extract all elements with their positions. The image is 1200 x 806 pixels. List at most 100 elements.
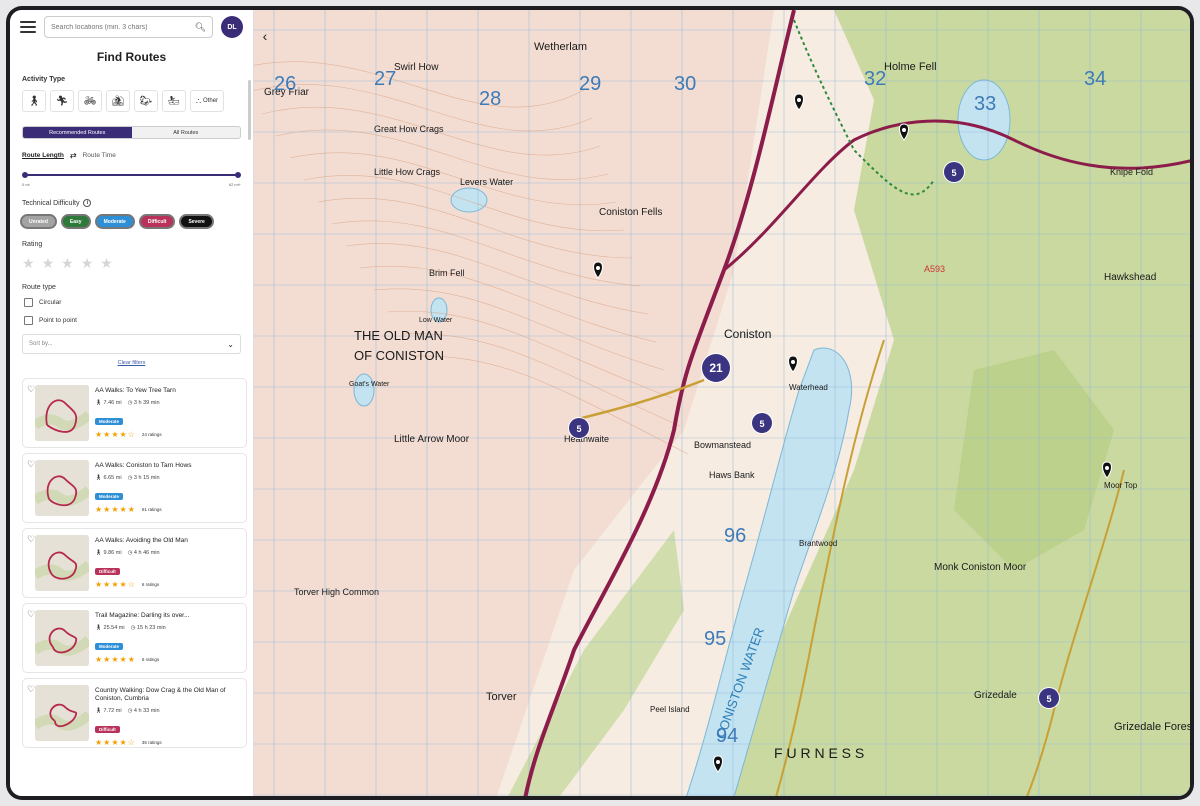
- cycling-icon[interactable]: 🚲︎: [78, 90, 102, 112]
- map-place-label: Grizedale: [974, 690, 1017, 701]
- rating-filter: ★ ★ ★ ★ ★: [10, 255, 253, 272]
- ratings-count: 61 ratings: [141, 506, 162, 512]
- hiker-icon: 🚶︎: [95, 474, 102, 481]
- star-icon[interactable]: ★: [81, 255, 94, 272]
- route-distance: 6.65 mi: [103, 474, 122, 481]
- map-place-label: Torver: [486, 691, 517, 703]
- favorite-heart-icon[interactable]: ♡: [27, 534, 35, 545]
- other-activity-button[interactable]: ∴ Other: [190, 90, 224, 112]
- route-thumbnail[interactable]: [35, 460, 89, 516]
- star-icon: ★: [119, 429, 127, 439]
- map-pin-dot: [797, 98, 801, 102]
- time-info: ◷ 4 h 33 min: [128, 708, 160, 714]
- collapse-panel-icon[interactable]: ‹: [258, 26, 272, 46]
- tab-all-routes[interactable]: All Routes: [131, 127, 240, 138]
- activity-type-label: Activity Type: [22, 76, 66, 83]
- map-place-label: Low Water: [419, 317, 453, 324]
- star-icon: ★: [111, 504, 119, 514]
- horse-riding-icon[interactable]: 🐎︎: [134, 90, 158, 112]
- checkbox-box[interactable]: [24, 298, 33, 307]
- running-icon[interactable]: 🏃︎: [50, 90, 74, 112]
- favorite-heart-icon[interactable]: ♡: [27, 609, 35, 620]
- map-place-label: Coniston Fells: [599, 207, 662, 218]
- distance-info: 🚶︎ 7.72 mi: [95, 708, 122, 714]
- avatar[interactable]: DL: [221, 16, 243, 38]
- os-map[interactable]: WetherlamHolme FellSwirl HowGrey FriarGr…: [254, 10, 1190, 796]
- star-icon[interactable]: ★: [100, 255, 113, 272]
- slider-min-label: 0 mi: [22, 182, 30, 187]
- grid-number-label: 27: [374, 68, 396, 90]
- info-icon[interactable]: i: [83, 199, 92, 207]
- tab-recommended-routes[interactable]: Recommended Routes: [23, 127, 132, 138]
- route-meta: 🚶︎ 6.65 mi ◷ 3 h 15 min: [95, 475, 240, 481]
- star-icon: ☆: [127, 579, 135, 589]
- search-icon[interactable]: 🔍︎: [195, 22, 206, 33]
- star-icon[interactable]: ★: [22, 255, 35, 272]
- slider-min-handle[interactable]: [22, 172, 28, 178]
- point-to-point-checkbox[interactable]: Point to point: [10, 316, 253, 325]
- length-time-toggle: Route Length ⇄ Route Time: [10, 151, 253, 160]
- difficulty-difficult[interactable]: Difficult: [138, 214, 176, 229]
- checkbox-box[interactable]: [24, 316, 33, 325]
- route-title[interactable]: AA Walks: To Yew Tree Tarn: [95, 387, 240, 395]
- technical-difficulty-label: Technical Difficulty i: [10, 199, 253, 207]
- hiker-icon: 🚶︎: [95, 624, 102, 631]
- slider-max-handle[interactable]: [235, 172, 241, 178]
- difficulty-badge: Moderate: [95, 492, 124, 500]
- route-thumbnail[interactable]: [35, 685, 89, 741]
- route-length-slider[interactable]: [22, 172, 241, 178]
- difficulty-badge: Moderate: [95, 642, 124, 650]
- tab-route-time[interactable]: Route Time: [83, 152, 116, 159]
- star-icon: ★: [103, 504, 111, 514]
- walking-icon[interactable]: 🚶︎: [22, 90, 46, 112]
- point-to-point-label: Point to point: [39, 317, 77, 324]
- clear-filters-link[interactable]: Clear filters: [10, 360, 253, 366]
- hiker-icon: 🚶︎: [95, 707, 102, 714]
- difficulty-unrated[interactable]: Unrated: [20, 214, 57, 229]
- route-meta: 🚶︎ 7.72 mi ◷ 4 h 33 min: [95, 708, 240, 714]
- water-sports-icon[interactable]: 🚣︎: [162, 90, 186, 112]
- route-rating: ★ ★ ★ ★ ☆ 35 ratings: [95, 738, 240, 747]
- sidebar-scrollbar[interactable]: [248, 80, 251, 140]
- map-pin-dot: [716, 760, 720, 764]
- favorite-heart-icon[interactable]: ♡: [27, 384, 35, 395]
- filter-sidebar: 🔍︎ DL Find Routes Activity Type 🚶︎ 🏃︎ 🚲︎…: [10, 10, 254, 796]
- mountain-biking-icon[interactable]: 🚵︎: [106, 90, 130, 112]
- route-title[interactable]: Country Walking: Dow Crag & the Old Man …: [95, 687, 240, 703]
- difficulty-moderate[interactable]: Moderate: [94, 214, 135, 229]
- grid-number-label: 28: [479, 88, 501, 110]
- star-icon: ★: [119, 504, 127, 514]
- cluster-count: 5: [1046, 694, 1051, 704]
- route-card[interactable]: ♡ AA Walks: Coniston to Tarn Hows 🚶︎ 6.6…: [22, 453, 247, 523]
- route-card[interactable]: ♡ AA Walks: To Yew Tree Tarn 🚶︎ 7.46 mi …: [22, 378, 247, 448]
- swap-icon[interactable]: ⇄: [70, 151, 77, 160]
- difficulty-severe[interactable]: Severe: [179, 214, 214, 229]
- route-rating: ★ ★ ★ ★ ☆ 24 ratings: [95, 430, 240, 439]
- route-time: 3 h 15 min: [133, 474, 160, 481]
- difficulty-easy[interactable]: Easy: [60, 214, 91, 229]
- route-title[interactable]: Trail Magazine: Darling its over...: [95, 612, 240, 620]
- favorite-heart-icon[interactable]: ♡: [27, 459, 35, 470]
- star-icon[interactable]: ★: [61, 255, 74, 272]
- map-place-label: Knipe Fold: [1110, 167, 1153, 177]
- favorite-heart-icon[interactable]: ♡: [27, 684, 35, 695]
- route-card[interactable]: ♡ Country Walking: Dow Crag & the Old Ma…: [22, 678, 247, 748]
- route-thumbnail[interactable]: [35, 385, 89, 441]
- star-icon[interactable]: ★: [42, 255, 55, 272]
- map-pin-dot: [902, 128, 906, 132]
- circular-checkbox[interactable]: Circular: [10, 298, 253, 307]
- search-input[interactable]: [51, 23, 195, 31]
- menu-icon[interactable]: [20, 21, 36, 33]
- route-title[interactable]: AA Walks: Avoiding the Old Man: [95, 537, 240, 545]
- route-card[interactable]: ♡ Trail Magazine: Darling its over... 🚶︎…: [22, 603, 247, 673]
- tab-route-length[interactable]: Route Length: [22, 152, 64, 159]
- search-box[interactable]: 🔍︎: [44, 16, 213, 38]
- route-thumbnail[interactable]: [35, 610, 89, 666]
- ratings-count: 24 ratings: [141, 431, 162, 437]
- map-view[interactable]: Wetherlam Holme Fell Swirl How Grey Friar Gr…: [254, 10, 1190, 796]
- sort-dropdown[interactable]: Sort by... ⌄: [22, 334, 241, 354]
- route-thumbnail[interactable]: [35, 535, 89, 591]
- slider-labels: 0 mi 62 mi+: [22, 182, 241, 187]
- route-card[interactable]: ♡ AA Walks: Avoiding the Old Man 🚶︎ 9.86…: [22, 528, 247, 598]
- route-title[interactable]: AA Walks: Coniston to Tarn Hows: [95, 462, 240, 470]
